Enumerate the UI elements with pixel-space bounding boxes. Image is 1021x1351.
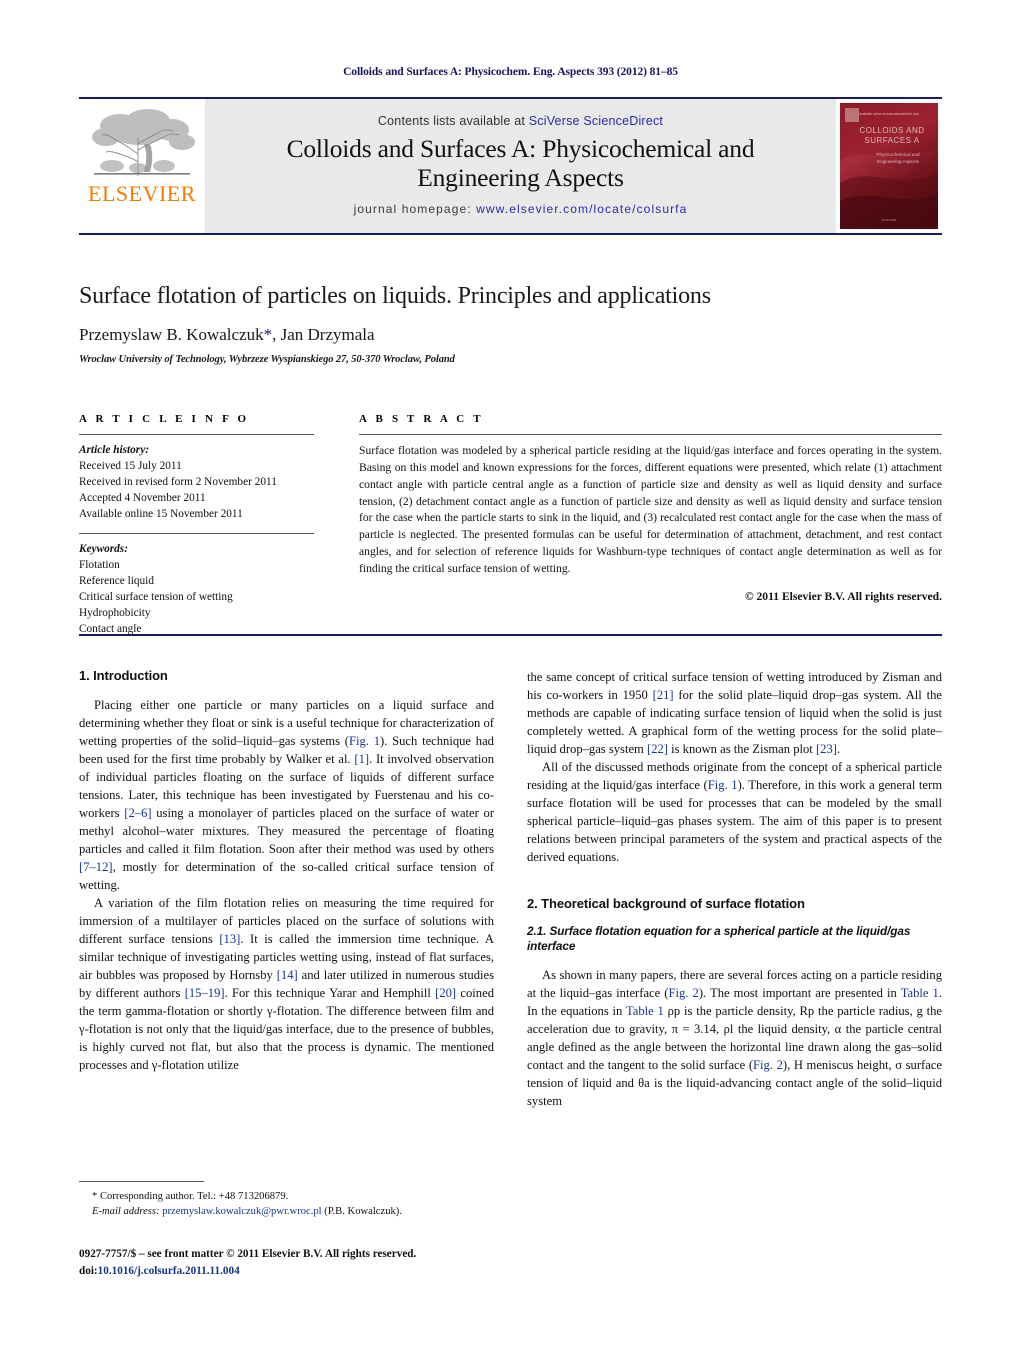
corresponding-author-marker: * <box>263 324 273 344</box>
elsevier-logo: ELSEVIER <box>79 99 205 233</box>
article-info-column: A R T I C L E I N F O Article history: R… <box>79 413 314 637</box>
right-p1-seg-d: . <box>836 742 841 756</box>
ref-20-link[interactable]: [20] <box>435 986 456 1000</box>
keywords-block: Keywords: Flotation Reference liquid Cri… <box>79 534 314 637</box>
ref-2-6-link[interactable]: [2–6] <box>124 806 151 820</box>
svg-text:Engineering Aspects: Engineering Aspects <box>877 159 920 164</box>
running-head: Colloids and Surfaces A: Physicochem. En… <box>343 66 678 78</box>
keyword-item: Critical surface tension of wetting <box>79 591 233 604</box>
keyword-item: Hydrophobicity <box>79 607 151 620</box>
keywords-label: Keywords: <box>79 543 128 556</box>
intro-paragraph-1: Placing either one particle or many part… <box>79 696 494 894</box>
svg-text:Physicochemical and: Physicochemical and <box>876 152 920 157</box>
section-heading-introduction: 1. Introduction <box>79 668 168 683</box>
author-primary: Przemyslaw B. Kowalczuk <box>79 324 264 344</box>
corresponding-author-note: * Corresponding author. Tel.: +48 713206… <box>92 1191 289 1202</box>
ref-15-19-link[interactable]: [15–19] <box>185 986 225 1000</box>
fig1-link[interactable]: Fig. 1 <box>349 734 380 748</box>
svg-text:Available online at www.scienc: Available online at www.sciencedirect.co… <box>859 112 919 116</box>
theory-paragraph-1: As shown in many papers, there are sever… <box>527 966 942 1110</box>
email-note: E-mail address: przemyslaw.kowalczuk@pwr… <box>79 1204 494 1219</box>
cover-artwork: Available online at www.sciencedirect.co… <box>840 103 938 229</box>
journal-homepage-link[interactable]: www.elsevier.com/locate/colsurfa <box>476 202 687 216</box>
author-list: Przemyslaw B. Kowalczuk*, Jan Drzymala <box>79 325 942 345</box>
email-link[interactable]: przemyslaw.kowalczuk@pwr.wroc.pl <box>162 1206 321 1217</box>
abstract-copyright: © 2011 Elsevier B.V. All rights reserved… <box>744 589 942 603</box>
doi-link[interactable]: 10.1016/j.colsurfa.2011.11.004 <box>98 1265 240 1277</box>
abstract-heading: A B S T R A C T <box>359 413 484 425</box>
footnote-block: * Corresponding author. Tel.: +48 713206… <box>79 1181 494 1220</box>
theory-p1-seg-b: ). The most important are presented in <box>698 985 901 1000</box>
doi-line: doi:10.1016/j.colsurfa.2011.11.004 <box>79 1263 539 1280</box>
sciverse-sciencedirect-link[interactable]: SciVerse ScienceDirect <box>529 114 663 128</box>
journal-title-line-2: Engineering Aspects <box>417 162 624 192</box>
elsevier-wordmark: ELSEVIER <box>88 181 196 206</box>
intro-p1-seg-e: , mostly for determination of the so-cal… <box>79 860 494 892</box>
email-label: E-mail address: <box>92 1206 160 1218</box>
footnote-rule <box>79 1181 204 1182</box>
elsevier-tree-icon <box>92 109 195 176</box>
journal-masthead: ELSEVIER Contents lists available at Sci… <box>79 97 942 235</box>
ref-1-link[interactable]: [1] <box>354 752 369 766</box>
contents-list-line: Contents lists available at SciVerse Sci… <box>378 114 663 128</box>
doi-prefix: doi: <box>79 1264 98 1277</box>
table1-link[interactable]: Table 1 <box>901 986 939 1000</box>
body-columns: 1. Introduction Placing either one parti… <box>79 668 942 1110</box>
ref-14-link[interactable]: [14] <box>277 968 298 982</box>
issn-copyright-line: 0927-7757/$ – see front matter © 2011 El… <box>79 1248 417 1260</box>
author-secondary: , Jan Drzymala <box>272 324 375 344</box>
fig2-link-2[interactable]: Fig. 2 <box>753 1058 783 1072</box>
page-title: Surface flotation of particles on liquid… <box>79 283 711 309</box>
body-column-gap <box>494 668 527 1110</box>
svg-text:COLLOIDS AND: COLLOIDS AND <box>859 126 924 135</box>
right-p1-seg-c: is known as the Zisman plot <box>667 742 816 756</box>
author-affiliation: Wroclaw University of Technology, Wybrze… <box>79 353 455 365</box>
fig2-link[interactable]: Fig. 2 <box>668 986 698 1000</box>
info-abstract-region: A R T I C L E I N F O Article history: R… <box>79 413 942 637</box>
article-history-label: Article history: <box>79 444 149 456</box>
abstract-column: A B S T R A C T Surface flotation was mo… <box>359 413 942 637</box>
history-item: Available online 15 November 2011 <box>79 508 243 521</box>
journal-title-line-1: Colloids and Surfaces A: Physicochemical… <box>286 133 755 163</box>
title-block: Surface flotation of particles on liquid… <box>79 282 942 365</box>
imprint-block: 0927-7757/$ – see front matter © 2011 El… <box>79 1246 539 1280</box>
journal-homepage-line: journal homepage: www.elsevier.com/locat… <box>354 202 688 216</box>
ref-22-link[interactable]: [22] <box>647 742 668 756</box>
subsection-heading-2-1: 2.1. Surface flotation equation for a sp… <box>527 924 911 954</box>
svg-text:SURFACES A: SURFACES A <box>864 136 919 145</box>
right-paragraph-1: the same concept of critical surface ten… <box>527 668 942 758</box>
intro-paragraph-2: A variation of the film flotation relies… <box>79 894 494 1074</box>
article-info-heading: A R T I C L E I N F O <box>79 413 250 425</box>
journal-cover-image: Available online at www.sciencedirect.co… <box>840 103 938 229</box>
masthead-center: Contents lists available at SciVerse Sci… <box>205 99 836 233</box>
keyword-item: Flotation <box>79 559 120 572</box>
contents-prefix: Contents lists available at <box>377 113 529 128</box>
body-column-left: 1. Introduction Placing either one parti… <box>79 668 494 1110</box>
article-page: Colloids and Surfaces A: Physicochem. En… <box>0 0 1021 1351</box>
ref-21-link[interactable]: [21] <box>653 688 674 702</box>
svg-text:ELSEVIER: ELSEVIER <box>882 218 898 222</box>
ref-23-link[interactable]: [23] <box>816 742 837 756</box>
right-paragraph-2: All of the discussed methods originate f… <box>527 758 942 866</box>
history-item: Received 15 July 2011 <box>79 460 182 473</box>
keyword-item: Reference liquid <box>79 575 154 588</box>
abstract-bottom-rule <box>79 634 942 636</box>
ref-13-link[interactable]: [13] <box>219 932 240 946</box>
body-column-right: the same concept of critical surface ten… <box>527 668 942 1110</box>
column-gap <box>314 413 359 637</box>
history-item: Received in revised form 2 November 2011 <box>79 476 277 489</box>
history-item: Accepted 4 November 2011 <box>79 492 206 505</box>
email-suffix: (P.B. Kowalczuk). <box>321 1206 402 1218</box>
journal-title: Colloids and Surfaces A: Physicochemical… <box>286 133 755 192</box>
section-heading-theory: 2. Theoretical background of surface flo… <box>527 896 805 911</box>
abstract-text: Surface flotation was modeled by a spher… <box>359 444 942 576</box>
article-history-block: Article history: Received 15 July 2011 R… <box>79 435 314 522</box>
table1-link-2[interactable]: Table 1 <box>626 1004 664 1018</box>
homepage-prefix: journal homepage: <box>353 202 477 217</box>
journal-cover-thumbnail: Available online at www.sciencedirect.co… <box>836 99 942 233</box>
intro-p2-seg-d: . For this technique Yarar and Hemphill <box>224 986 436 1000</box>
ref-7-12-link[interactable]: [7–12] <box>79 860 113 874</box>
fig1-link-2[interactable]: Fig. 1 <box>708 778 738 792</box>
